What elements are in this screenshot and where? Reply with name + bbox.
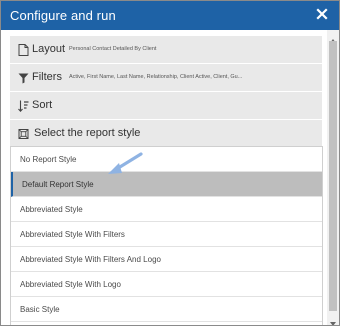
report-style-label: Select the report style xyxy=(34,127,141,139)
document-icon xyxy=(18,43,29,56)
scroll-down-arrow-icon[interactable] xyxy=(329,315,337,325)
list-item[interactable]: Abbreviated Style With Logo xyxy=(11,272,322,297)
list-item-label: Abbreviated Style With Filters And Logo xyxy=(20,255,161,264)
report-style-section[interactable]: Select the report style xyxy=(10,120,322,147)
close-icon[interactable] xyxy=(315,7,329,21)
list-item[interactable]: Abbreviated Style With Filters And Logo xyxy=(11,247,322,272)
layout-summary: Personal Contact Detailed By Client xyxy=(69,46,157,52)
report-style-list: No Report Style Default Report Style Abb… xyxy=(10,146,323,325)
sort-section[interactable]: Sort xyxy=(10,92,322,119)
layout-section[interactable]: Layout Personal Contact Detailed By Clie… xyxy=(10,36,322,63)
filter-icon xyxy=(18,71,29,84)
dialog-titlebar: Configure and run xyxy=(1,1,339,30)
sort-icon xyxy=(18,99,29,113)
list-item-label: Abbreviated Style xyxy=(20,205,83,214)
layout-label: Layout xyxy=(32,43,66,55)
list-item[interactable]: Abbreviated Style With Filters xyxy=(11,222,322,247)
frame-icon xyxy=(18,127,29,139)
list-item-label: No Report Style xyxy=(20,155,77,164)
dialog-content: Layout Personal Contact Detailed By Clie… xyxy=(1,30,339,325)
dialog-title: Configure and run xyxy=(10,8,116,23)
scroll-up-arrow-icon[interactable] xyxy=(329,32,337,43)
list-item-label: Default Report Style xyxy=(22,180,94,189)
list-item-label: Abbreviated Style With Filters xyxy=(20,230,125,239)
report-sections: Layout Personal Contact Detailed By Clie… xyxy=(10,36,322,148)
scrollbar-thumb[interactable] xyxy=(329,41,337,311)
list-item[interactable]: No Report Style xyxy=(11,147,322,172)
list-item[interactable]: Abbreviated Style xyxy=(11,197,322,222)
filters-section[interactable]: Filters Active, First Name, Last Name, R… xyxy=(10,64,322,91)
list-item-selected[interactable]: Default Report Style xyxy=(11,172,322,197)
sort-label: Sort xyxy=(32,99,53,111)
filters-label: Filters xyxy=(32,71,62,83)
filters-summary: Active, First Name, Last Name, Relations… xyxy=(69,74,243,80)
list-item-label: Abbreviated Style With Logo xyxy=(20,280,121,289)
list-item[interactable]: Basic Style xyxy=(11,297,322,322)
scrollbar[interactable] xyxy=(327,30,339,325)
configure-and-run-dialog: Configure and run Layout Personal Contac… xyxy=(0,0,340,326)
list-item-label: Basic Style xyxy=(20,305,60,314)
